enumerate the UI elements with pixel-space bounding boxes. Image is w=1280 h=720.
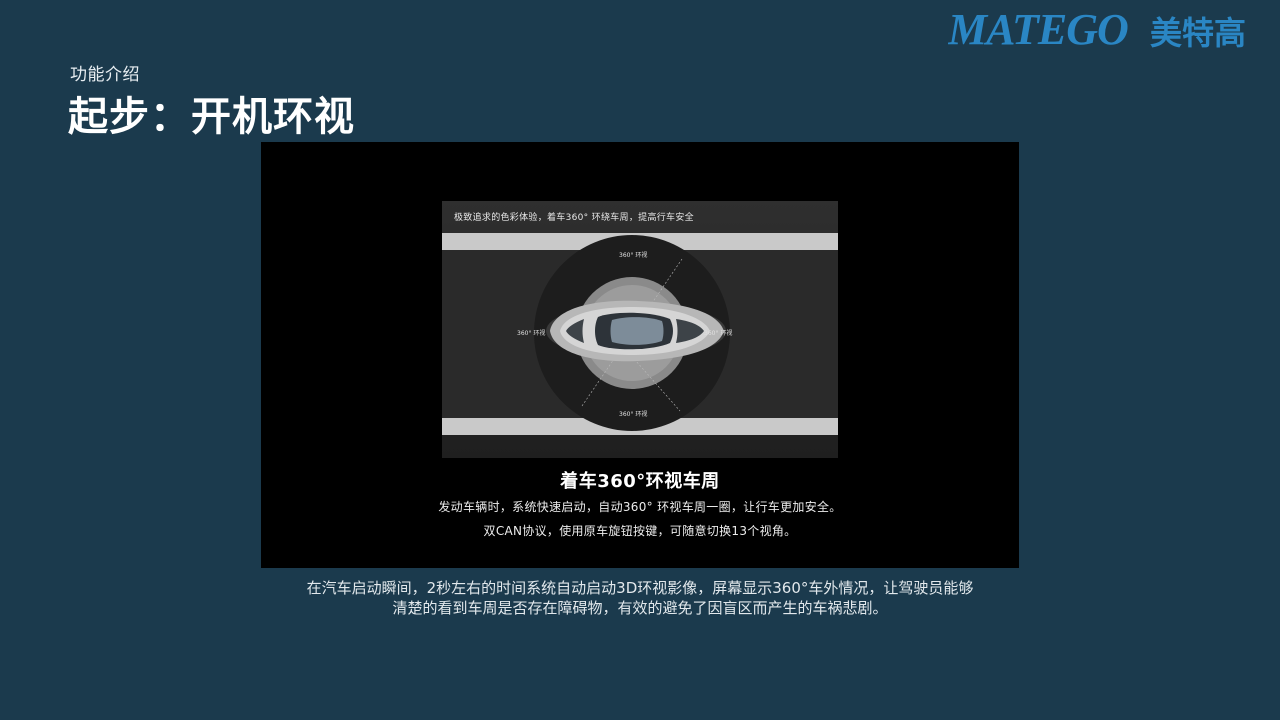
description-line-2: 清楚的看到车周是否存在障碍物，有效的避免了因盲区而产生的车祸悲剧。 xyxy=(392,599,888,617)
panel-heading: 着车360°环视车周 xyxy=(560,471,720,492)
view-label-right: 360° 环视 xyxy=(704,329,732,337)
panel-text-line-2: 双CAN协议，使用原车旋钮按键，可随意切换13个视角。 xyxy=(483,524,797,538)
image-caption: 极致追求的色彩体验，着车360° 环绕车周，提高行车安全 xyxy=(454,213,694,223)
section-label: 功能介绍 xyxy=(70,65,140,85)
description-line-1: 在汽车启动瞬间，2秒左右的时间系统自动启动3D环视影像，屏幕显示360°车外情况… xyxy=(306,579,974,597)
view-label-bottom: 360° 环视 xyxy=(619,410,647,418)
surround-view-illustration: 360° 环视 360° 环视 360° 环视 360° 环视 极致追求的色彩体… xyxy=(442,201,838,458)
page-title: 起步：开机环视 xyxy=(68,94,355,140)
logo-latin-text: MATEGO xyxy=(948,6,1128,50)
feature-description: 在汽车启动瞬间，2秒左右的时间系统自动启动3D环视影像，屏幕显示360°车外情况… xyxy=(230,578,1050,618)
feature-image-panel: 360° 环视 360° 环视 360° 环视 360° 环视 极致追求的色彩体… xyxy=(261,142,1019,568)
view-label-left: 360° 环视 xyxy=(517,329,545,337)
panel-text-line-1: 发动车辆时，系统快速启动，自动360° 环视车周一圈，让行车更加安全。 xyxy=(438,500,842,514)
logo-chinese-text: 美特高 xyxy=(1150,14,1246,50)
matego-logo: MATEGO 美特高 xyxy=(948,6,1262,50)
view-label-top: 360° 环视 xyxy=(619,251,647,259)
surround-view-graphic: 360° 环视 360° 环视 360° 环视 360° 环视 xyxy=(442,233,838,435)
